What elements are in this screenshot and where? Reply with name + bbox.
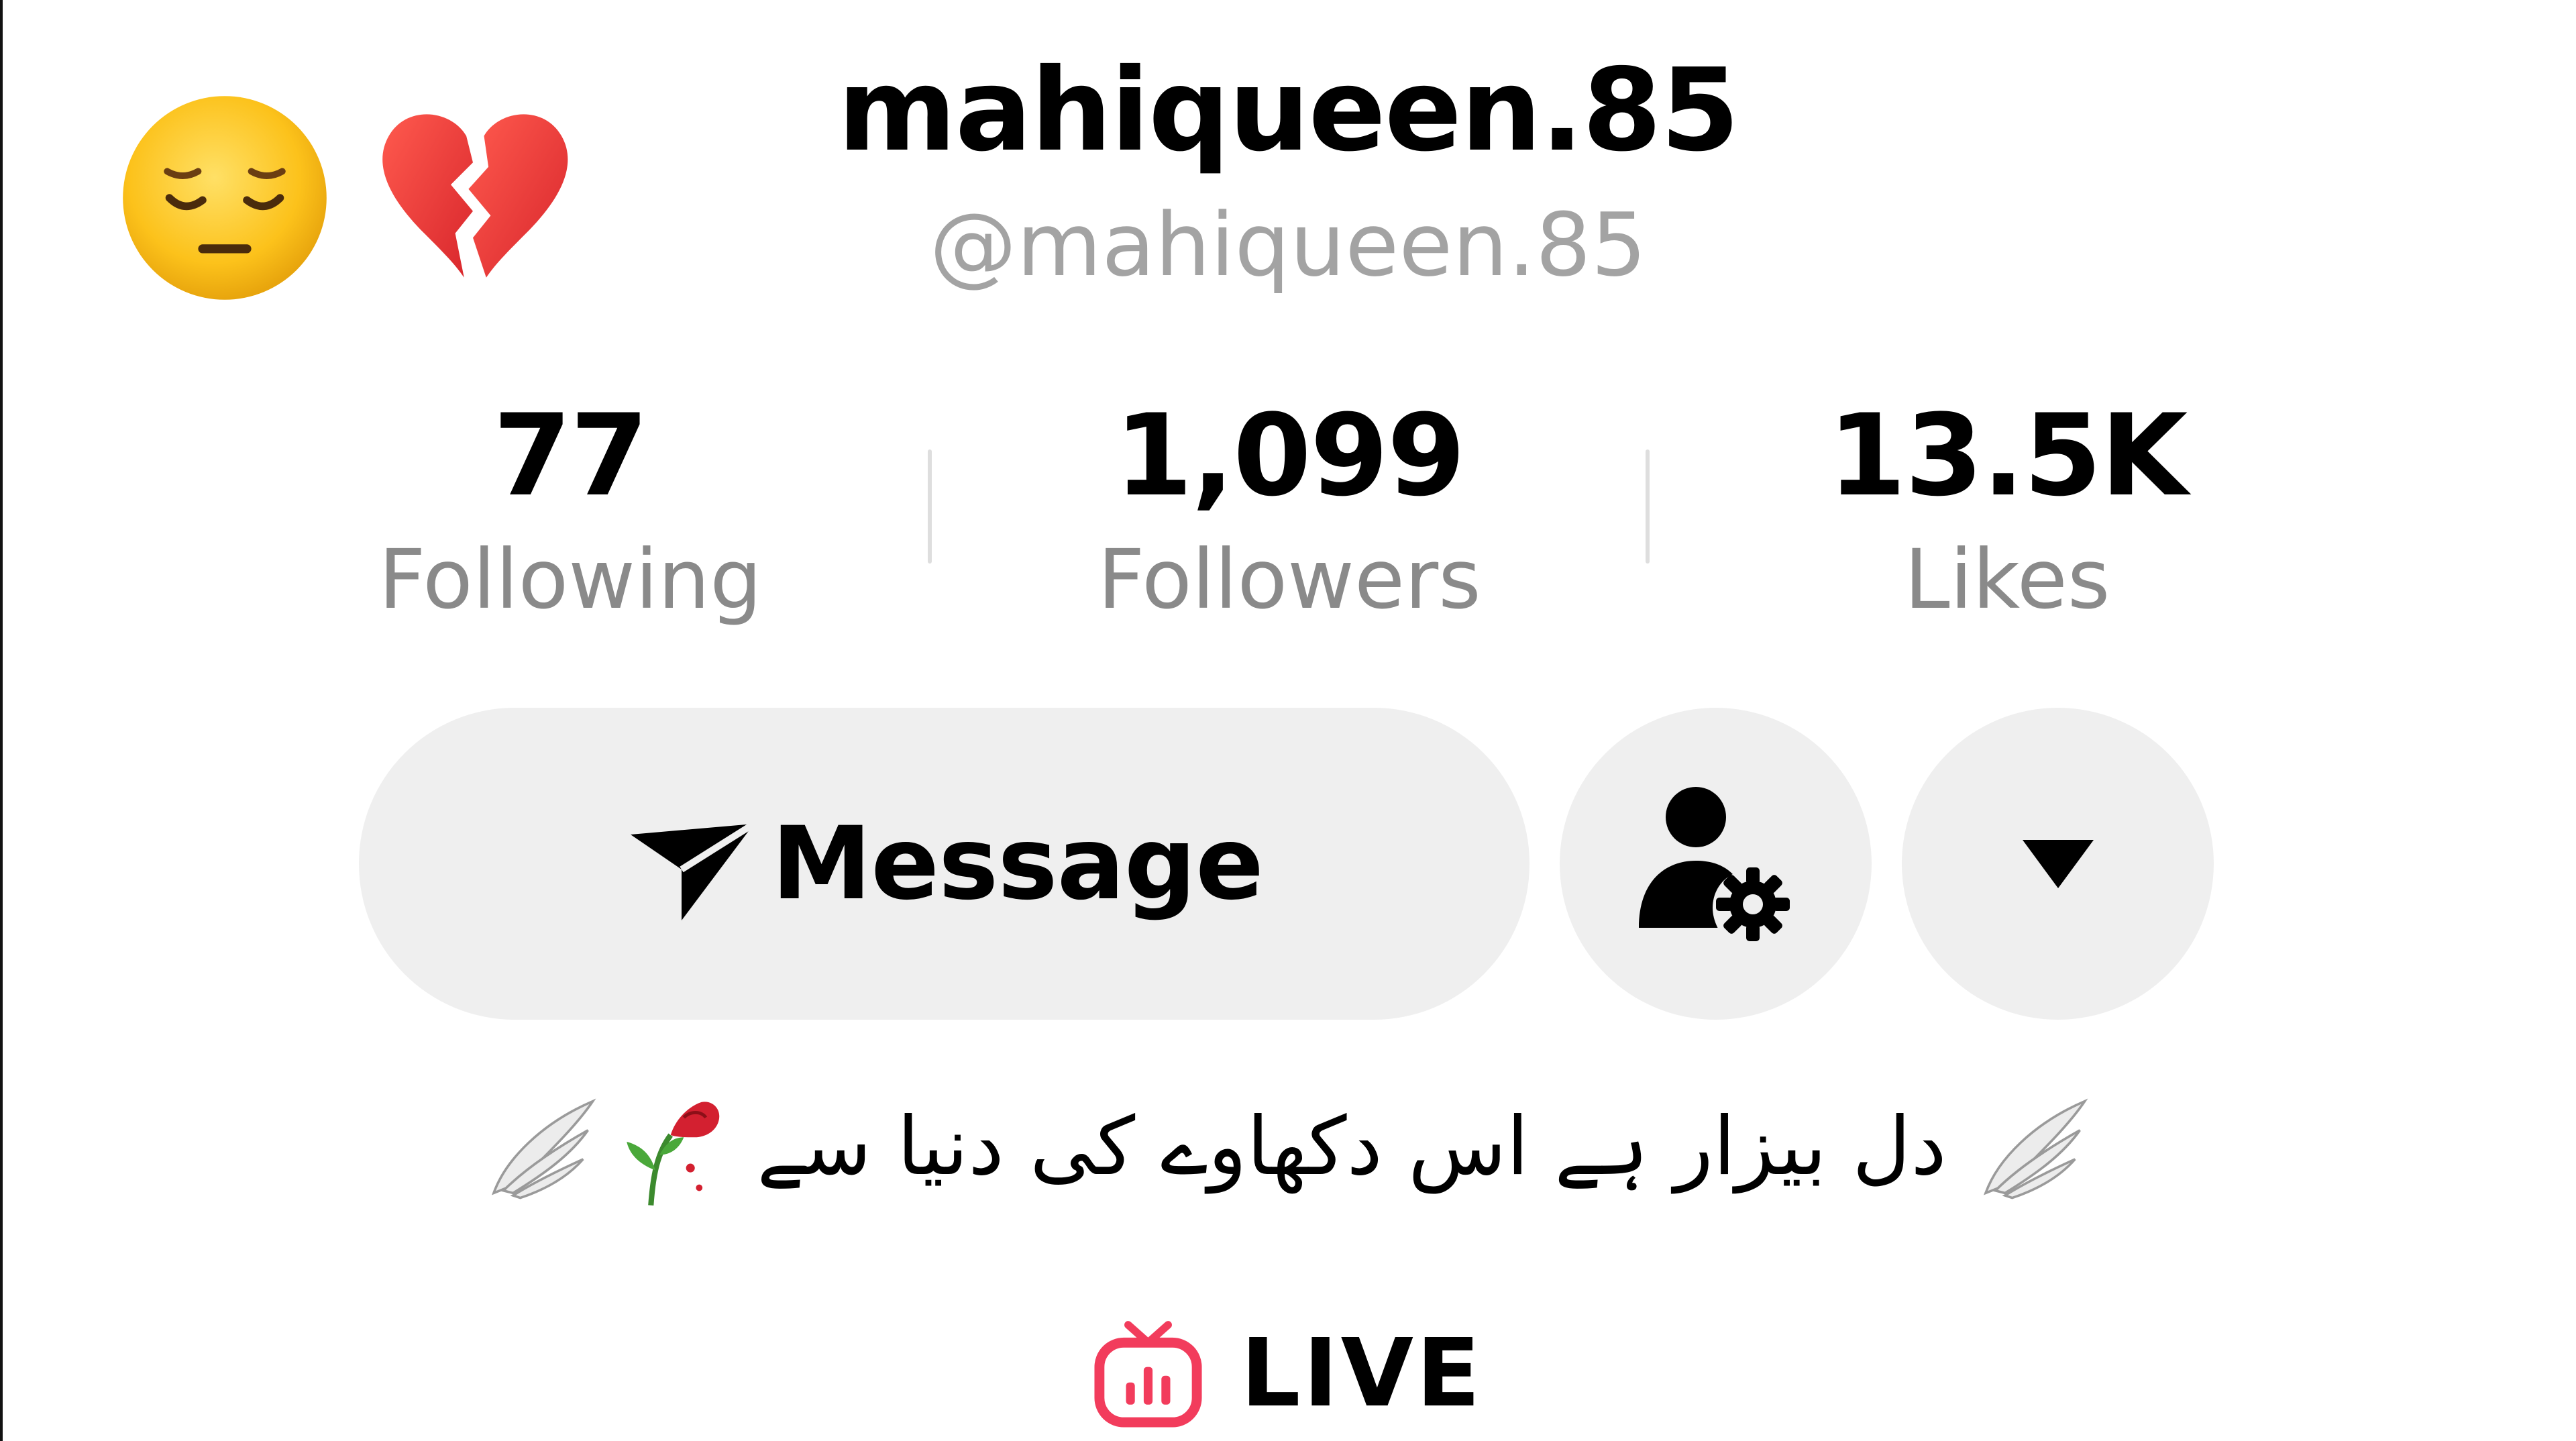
message-button[interactable]: Message bbox=[359, 708, 1529, 1020]
followers-count: 1,099 bbox=[1114, 390, 1465, 521]
followers-label: Followers bbox=[1097, 532, 1481, 627]
live-link[interactable]: LIVE bbox=[0, 1318, 2576, 1429]
tv-live-icon bbox=[1094, 1321, 1202, 1428]
likes-label: Likes bbox=[1904, 532, 2110, 627]
more-options-button[interactable] bbox=[1902, 708, 2214, 1020]
stat-divider bbox=[928, 449, 932, 564]
following-count: 77 bbox=[493, 390, 649, 521]
message-label: Message bbox=[771, 805, 1264, 922]
stat-followers[interactable]: 1,099 Followers bbox=[987, 399, 1591, 621]
live-label: LIVE bbox=[1240, 1318, 1483, 1428]
likes-count: 13.5K bbox=[1827, 390, 2188, 521]
wing-icon bbox=[1983, 1098, 2088, 1199]
profile-username: mahiqueen.85 bbox=[837, 44, 1740, 177]
profile-bio: دل بیزار ہے اس دکھاوے کی دنیا سے bbox=[0, 1087, 2576, 1208]
bio-text: دل بیزار ہے اس دکھاوے کی دنیا سے bbox=[757, 1100, 1947, 1193]
wing-icon bbox=[492, 1098, 596, 1199]
profile-settings-button[interactable] bbox=[1560, 708, 1872, 1020]
send-icon bbox=[631, 820, 756, 920]
stat-likes[interactable]: 13.5K Likes bbox=[1705, 399, 2309, 621]
profile-handle: @mahiqueen.85 bbox=[929, 194, 1647, 296]
caret-down-icon bbox=[2022, 839, 2094, 888]
stat-following[interactable]: 77 Following bbox=[268, 399, 872, 621]
following-label: Following bbox=[378, 532, 762, 627]
user-gear-icon bbox=[1638, 786, 1790, 941]
stat-divider bbox=[1646, 449, 1650, 564]
wilted-rose-icon bbox=[627, 1102, 720, 1206]
